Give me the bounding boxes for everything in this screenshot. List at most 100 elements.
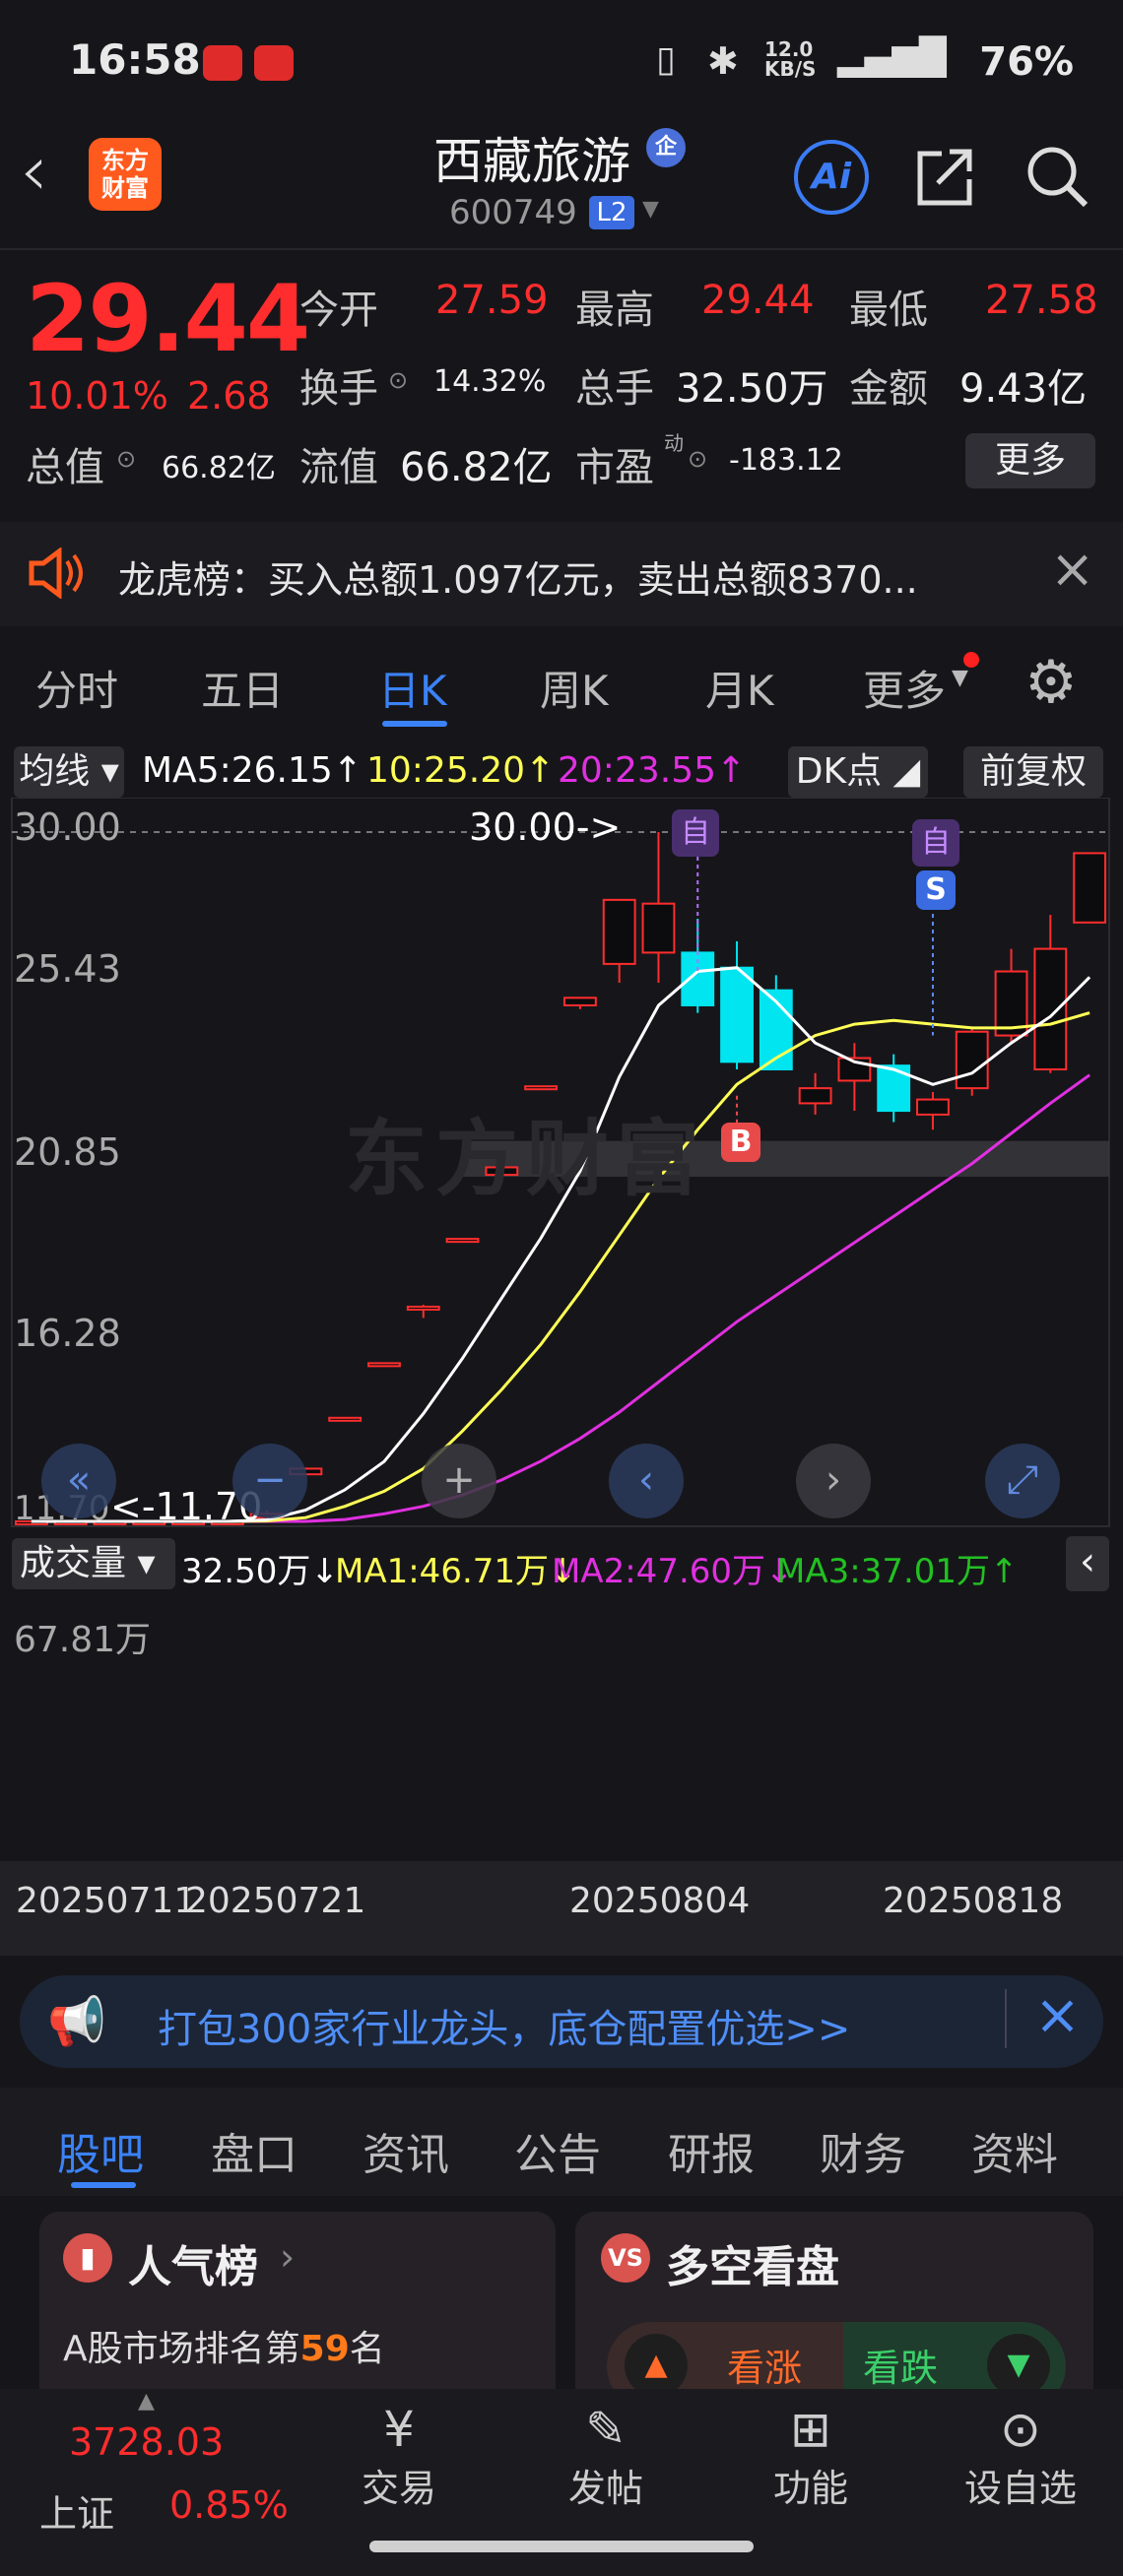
edit-icon: ✎ <box>585 2401 627 2458</box>
close-icon[interactable]: × <box>1034 1983 1081 2047</box>
amount-value: 9.43亿 <box>959 366 1088 412</box>
buy-signal-marker[interactable]: B <box>721 1123 760 1162</box>
tab-more[interactable]: 更多 <box>863 658 946 718</box>
arrow-down-icon: ▼ <box>987 2334 1050 2397</box>
chevron-up-icon[interactable]: ▲ <box>138 2389 155 2414</box>
candle-body <box>406 1305 440 1311</box>
index-value: 3728.03 <box>69 2420 225 2464</box>
chevron-right-icon: › <box>280 2235 296 2279</box>
vol-ma2-legend: MA2:47.60万↓ <box>552 1552 794 1591</box>
bluetooth-icon: ✱ <box>707 39 739 83</box>
nav-trade[interactable]: ¥ 交易 <box>355 2401 443 2512</box>
divider <box>0 248 1123 250</box>
vol-ma3-legend: MA3:37.01万↑ <box>776 1552 1019 1591</box>
stock-name: 西藏旅游 <box>433 133 630 190</box>
rewind-icon[interactable]: « <box>41 1444 116 1518</box>
dk-point-toggle[interactable]: DK点 ◢ <box>788 746 928 798</box>
share-icon[interactable] <box>912 144 977 209</box>
expand-icon[interactable]: ⤢ <box>985 1444 1060 1518</box>
rank-number: 59 <box>299 2329 350 2369</box>
notice-text: 龙虎榜：买入总额1.097亿元，卖出总额8370... <box>118 558 918 602</box>
tab-news[interactable]: 资讯 <box>363 2119 449 2182</box>
nav-add-watchlist[interactable]: ⊙ 设自选 <box>952 2401 1090 2512</box>
search-icon[interactable] <box>1024 144 1090 209</box>
close-icon[interactable]: × <box>1050 538 1094 600</box>
app-logo[interactable]: 东方 财富 <box>89 138 162 211</box>
tab-intraday[interactable]: 分时 <box>35 658 118 718</box>
speaker-icon <box>29 547 83 599</box>
battery-level: 76% <box>979 39 1074 85</box>
dragon-tiger-notice[interactable]: 龙虎榜：买入总额1.097亿元，卖出总额8370... × <box>0 522 1123 626</box>
bullish-label: 看涨 <box>727 2347 803 2390</box>
tab-orderbook[interactable]: 盘口 <box>211 2119 297 2182</box>
tab-research[interactable]: 研报 <box>668 2119 755 2182</box>
volume-legend: 32.50万↓ <box>181 1552 339 1591</box>
tab-daily-k[interactable]: 日K <box>378 658 447 718</box>
bearish-label: 看跌 <box>863 2347 939 2390</box>
chevron-left-icon[interactable]: ‹ <box>609 1444 684 1518</box>
candle-body <box>367 1362 401 1368</box>
volume-y-max: 67.81万 <box>14 1620 152 1660</box>
chevron-right-icon[interactable]: › <box>796 1444 871 1518</box>
self-select-marker[interactable]: 自 <box>672 809 719 857</box>
high-label: 最高 <box>575 288 654 333</box>
tab-five-day[interactable]: 五日 <box>201 658 284 718</box>
chevron-down-icon[interactable]: ▼ <box>952 666 968 690</box>
arrow-up-icon: ▲ <box>625 2334 688 2397</box>
indicator-selector[interactable]: 成交量 ▾ <box>12 1538 175 1589</box>
zoom-in-icon[interactable]: + <box>422 1444 496 1518</box>
chevron-down-icon[interactable]: ▼ <box>642 197 659 222</box>
nav-post[interactable]: ✎ 发帖 <box>562 2401 650 2512</box>
low-label: 最低 <box>849 288 928 333</box>
level2-badge[interactable]: L2 <box>589 196 634 229</box>
pe-dynamic-tag: 动 <box>664 431 684 455</box>
y-label-top: 30.00 <box>14 805 121 849</box>
collapse-panel-button[interactable]: ‹ <box>1066 1536 1109 1591</box>
rank-suffix: 名 <box>349 2329 385 2369</box>
ranking-icon: ▮ <box>63 2233 112 2283</box>
long-short-card[interactable]: VS 多空看盘 ▲ 看涨 看跌 ▼ <box>575 2212 1093 2411</box>
tab-forum[interactable]: 股吧 <box>57 2119 144 2182</box>
back-button[interactable]: ‹ <box>20 135 48 206</box>
net-speed: 12.0 KB/S <box>764 37 817 81</box>
tab-monthly-k[interactable]: 月K <box>705 658 774 718</box>
change-amount: 2.68 <box>187 374 271 418</box>
tab-weekly-k[interactable]: 周K <box>540 658 609 718</box>
ai-button[interactable]: Ai <box>794 140 869 215</box>
tab-profile[interactable]: 资料 <box>971 2119 1058 2182</box>
more-dots-icon: ⊙ <box>1000 2401 1041 2458</box>
popularity-card[interactable]: ▮ 人气榜 › A股市场排名第59名 <box>39 2212 556 2409</box>
info-icon[interactable]: ⊙ <box>388 366 408 394</box>
date-axis: 20250711 20250721 20250804 20250818 <box>0 1861 1123 1956</box>
candle-body <box>524 1085 559 1091</box>
sell-signal-marker[interactable]: S <box>916 870 956 910</box>
open-value: 27.59 <box>435 278 549 323</box>
candle-body <box>1073 852 1107 924</box>
adjust-mode-toggle[interactable]: 前复权 <box>963 746 1103 798</box>
info-icon[interactable]: ⊙ <box>688 445 707 473</box>
pe-value: -183.12 <box>729 443 843 478</box>
home-indicator[interactable] <box>369 2541 754 2552</box>
gear-icon[interactable]: ⚙ <box>1024 648 1078 717</box>
tab-announcements[interactable]: 公告 <box>514 2119 601 2182</box>
nav-functions[interactable]: ⊞ 功能 <box>766 2401 855 2512</box>
self-select-marker[interactable]: 自 <box>912 819 959 867</box>
y-label: 16.28 <box>14 1312 121 1355</box>
trade-icon: ¥ <box>383 2401 415 2458</box>
promo-banner[interactable]: 📢 打包300家行业龙头，底仓配置优选>> × <box>20 1975 1103 2068</box>
high-marker: 30.00-> <box>469 805 622 849</box>
rank-text: A股市场排名第59名 <box>63 2320 385 2371</box>
megaphone-icon: 📢 <box>47 1994 106 2049</box>
zoom-out-icon[interactable]: − <box>232 1444 307 1518</box>
more-button[interactable]: 更多 <box>965 433 1095 488</box>
ma-selector[interactable]: 均线 ▾ <box>14 746 124 798</box>
mktcap-value: 66.82亿 <box>162 451 276 485</box>
candle-body <box>328 1416 363 1422</box>
y-label: 25.43 <box>14 947 121 991</box>
tab-finance[interactable]: 财务 <box>820 2119 906 2182</box>
info-icon[interactable]: ⊙ <box>116 445 136 473</box>
candle-body <box>445 1238 480 1244</box>
ma-selector-label: 均线 <box>19 751 91 792</box>
notification-icon <box>254 45 294 81</box>
high-value: 29.44 <box>701 278 815 323</box>
